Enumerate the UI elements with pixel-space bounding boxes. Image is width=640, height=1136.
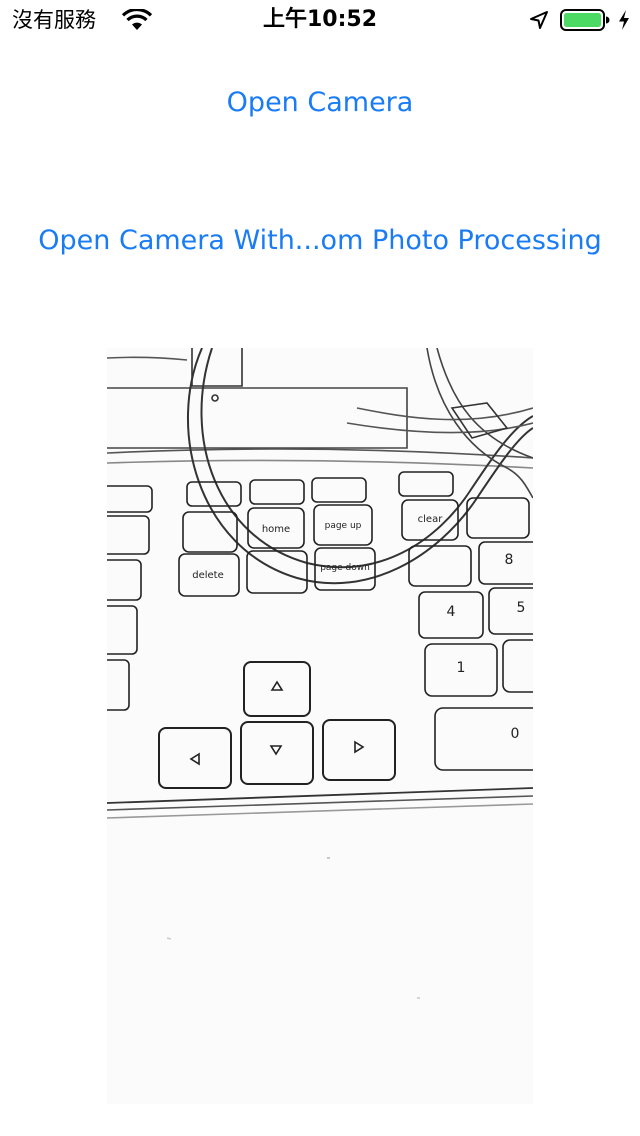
key-delete-label: delete xyxy=(192,570,224,581)
key-page-down-label: page down xyxy=(320,563,370,573)
key-8-label: 8 xyxy=(505,552,514,568)
app-screen: 沒有服務 上午10:52 Open Camera Open Camera Wit… xyxy=(0,0,640,1136)
key-5-label: 5 xyxy=(517,600,526,616)
key-home-label: home xyxy=(262,524,290,535)
key-1-label: 1 xyxy=(457,660,466,676)
key-clear-label: clear xyxy=(418,514,444,525)
location-arrow-icon xyxy=(530,11,548,29)
key-page-up-label: page up xyxy=(325,521,362,531)
battery-icon xyxy=(560,9,610,31)
open-camera-custom-processing-button[interactable]: Open Camera With...om Photo Processing xyxy=(0,224,640,258)
status-bar: 沒有服務 上午10:52 xyxy=(0,0,640,40)
key-0-label: 0 xyxy=(511,726,520,742)
sketch-keyboard-image: home page up delete page down clear 8 4 … xyxy=(107,348,533,999)
key-4-label: 4 xyxy=(447,604,456,620)
processed-photo: home page up delete page down clear 8 4 … xyxy=(107,348,533,1104)
open-camera-button[interactable]: Open Camera xyxy=(0,86,640,120)
charging-bolt-icon xyxy=(619,10,629,30)
